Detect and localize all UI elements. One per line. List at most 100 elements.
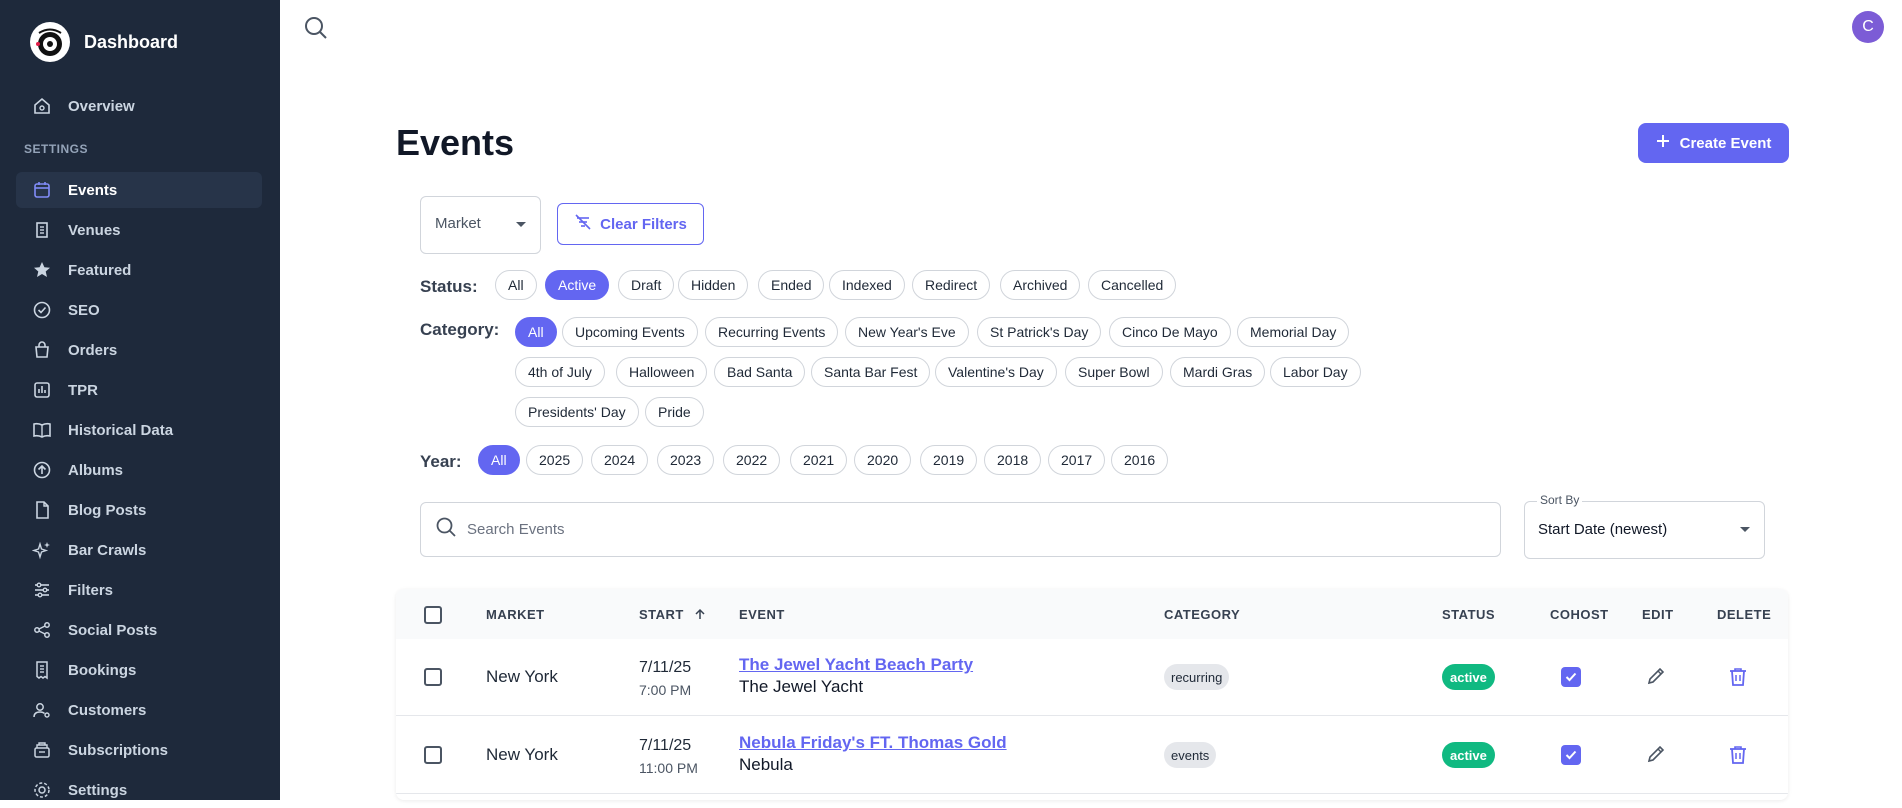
trash-icon[interactable] <box>1726 743 1750 767</box>
event-title-link[interactable]: Nebula Friday's FT. Thomas Gold <box>739 733 1007 753</box>
year-chip[interactable]: 2016 <box>1111 445 1169 475</box>
brand-logo-icon <box>30 22 70 62</box>
pencil-icon[interactable] <box>1644 664 1668 688</box>
sidebar-item-blog-posts[interactable]: Blog Posts <box>16 492 262 528</box>
trash-icon[interactable] <box>1726 665 1750 689</box>
search-input[interactable] <box>467 521 1367 538</box>
status-badge: active <box>1442 742 1495 768</box>
event-title-link[interactable]: The Jewel Yacht Beach Party <box>739 655 973 675</box>
share-icon <box>32 620 52 640</box>
filter-off-icon <box>574 213 592 235</box>
sidebar-item-label: Blog Posts <box>68 501 147 519</box>
sidebar-item-label: Subscriptions <box>68 741 169 759</box>
status-chip[interactable]: Redirect <box>912 270 991 300</box>
category-chip[interactable]: Memorial Day <box>1237 317 1350 347</box>
status-chip[interactable]: Indexed <box>829 270 905 300</box>
table-row[interactable]: New York 7/11/25 7:00 PM The Jewel Yacht… <box>396 639 1788 716</box>
year-chip[interactable]: All <box>478 445 520 475</box>
brand[interactable]: Dashboard <box>30 22 178 62</box>
sidebar-item-featured[interactable]: Featured <box>16 252 262 288</box>
cohost-checkbox[interactable] <box>1561 745 1581 765</box>
status-chip[interactable]: All <box>495 270 537 300</box>
category-chip[interactable]: Mardi Gras <box>1170 357 1266 387</box>
sidebar-item-orders[interactable]: Orders <box>16 332 262 368</box>
sidebar-item-events[interactable]: Events <box>16 172 262 208</box>
category-chip[interactable]: Pride <box>645 397 704 427</box>
sidebar-item-historical-data[interactable]: Historical Data <box>16 412 262 448</box>
sidebar-item-overview[interactable]: Overview <box>16 88 262 124</box>
receipt-icon <box>32 660 52 680</box>
market-select[interactable]: Market <box>420 196 541 254</box>
page-title: Events <box>396 122 515 163</box>
year-chip[interactable]: 2019 <box>920 445 978 475</box>
category-chip[interactable]: Upcoming Events <box>562 317 698 347</box>
status-chip[interactable]: Ended <box>758 270 825 300</box>
row-checkbox[interactable] <box>424 668 442 686</box>
status-badge: active <box>1442 664 1495 690</box>
year-chip[interactable]: 2021 <box>790 445 848 475</box>
brand-title: Dashboard <box>84 31 179 52</box>
category-chip[interactable]: New Year's Eve <box>845 317 969 347</box>
year-chip[interactable]: 2024 <box>591 445 649 475</box>
status-chip[interactable]: Hidden <box>678 270 749 300</box>
sidebar-item-tpr[interactable]: TPR <box>16 372 262 408</box>
status-chip[interactable]: Cancelled <box>1088 270 1177 300</box>
sidebar-item-seo[interactable]: SEO <box>16 292 262 328</box>
cohost-checkbox[interactable] <box>1561 667 1581 687</box>
category-chip[interactable]: Bad Santa <box>714 357 806 387</box>
search-icon[interactable] <box>302 14 330 42</box>
category-chip[interactable]: Presidents' Day <box>515 397 639 427</box>
category-chip[interactable]: Recurring Events <box>705 317 839 347</box>
avatar[interactable]: C <box>1852 11 1884 43</box>
sidebar-item-subscriptions[interactable]: Subscriptions <box>16 732 262 768</box>
column-header-start[interactable]: START <box>639 607 706 623</box>
clear-filters-button[interactable]: Clear Filters <box>557 203 704 245</box>
category-chip[interactable]: Cinco De Mayo <box>1109 317 1231 347</box>
table-row[interactable]: New York 7/11/25 11:00 PM Nebula Friday'… <box>396 717 1788 794</box>
pencil-icon[interactable] <box>1644 742 1668 766</box>
column-header-status[interactable]: STATUS <box>1442 607 1495 622</box>
sidebar-item-settings[interactable]: Settings <box>16 772 262 808</box>
status-chip[interactable]: Active <box>545 270 610 300</box>
sidebar-item-social-posts[interactable]: Social Posts <box>16 612 262 648</box>
events-table: MARKET START EVENT CATEGORY STATUS COHOS… <box>396 589 1788 800</box>
status-chip[interactable]: Archived <box>1000 270 1081 300</box>
sidebar-item-bookings[interactable]: Bookings <box>16 652 262 688</box>
sidebar-item-filters[interactable]: Filters <box>16 572 262 608</box>
select-all-checkbox[interactable] <box>424 606 442 624</box>
sliders-icon <box>32 580 52 600</box>
category-chip[interactable]: 4th of July <box>515 357 605 387</box>
year-chip[interactable]: 2017 <box>1048 445 1106 475</box>
category-chip[interactable]: Santa Bar Fest <box>811 357 931 387</box>
year-chip[interactable]: 2020 <box>854 445 912 475</box>
row-checkbox[interactable] <box>424 746 442 764</box>
sidebar-item-label: Bookings <box>68 661 137 679</box>
category-chip[interactable]: Valentine's Day <box>935 357 1057 387</box>
category-chip[interactable]: Labor Day <box>1270 357 1361 387</box>
row-start-date: 7/11/25 <box>639 659 692 676</box>
event-venue: Nebula <box>739 755 793 774</box>
column-header-event[interactable]: EVENT <box>739 607 785 622</box>
row-market: New York <box>486 745 558 764</box>
sidebar-item-label: Customers <box>68 701 147 719</box>
category-chip[interactable]: St Patrick's Day <box>977 317 1102 347</box>
year-chip[interactable]: 2023 <box>657 445 715 475</box>
status-chip[interactable]: Draft <box>618 270 675 300</box>
sidebar-item-venues[interactable]: Venues <box>16 212 262 248</box>
sidebar-item-customers[interactable]: Customers <box>16 692 262 728</box>
home-icon <box>32 96 52 116</box>
column-header-category[interactable]: CATEGORY <box>1164 607 1240 622</box>
sidebar-item-albums[interactable]: Albums <box>16 452 262 488</box>
sidebar-section-label: SETTINGS <box>24 142 89 156</box>
create-event-button[interactable]: Create Event <box>1638 123 1789 163</box>
search-events-box[interactable] <box>420 502 1501 557</box>
user-gear-icon <box>32 700 52 720</box>
category-chip[interactable]: Halloween <box>616 357 708 387</box>
column-header-market[interactable]: MARKET <box>486 607 545 622</box>
year-chip[interactable]: 2022 <box>723 445 781 475</box>
year-chip[interactable]: 2025 <box>526 445 584 475</box>
sidebar-item-bar-crawls[interactable]: Bar Crawls <box>16 532 262 568</box>
year-chip[interactable]: 2018 <box>984 445 1042 475</box>
category-chip[interactable]: Super Bowl <box>1065 357 1163 387</box>
category-chip[interactable]: All <box>515 317 557 347</box>
